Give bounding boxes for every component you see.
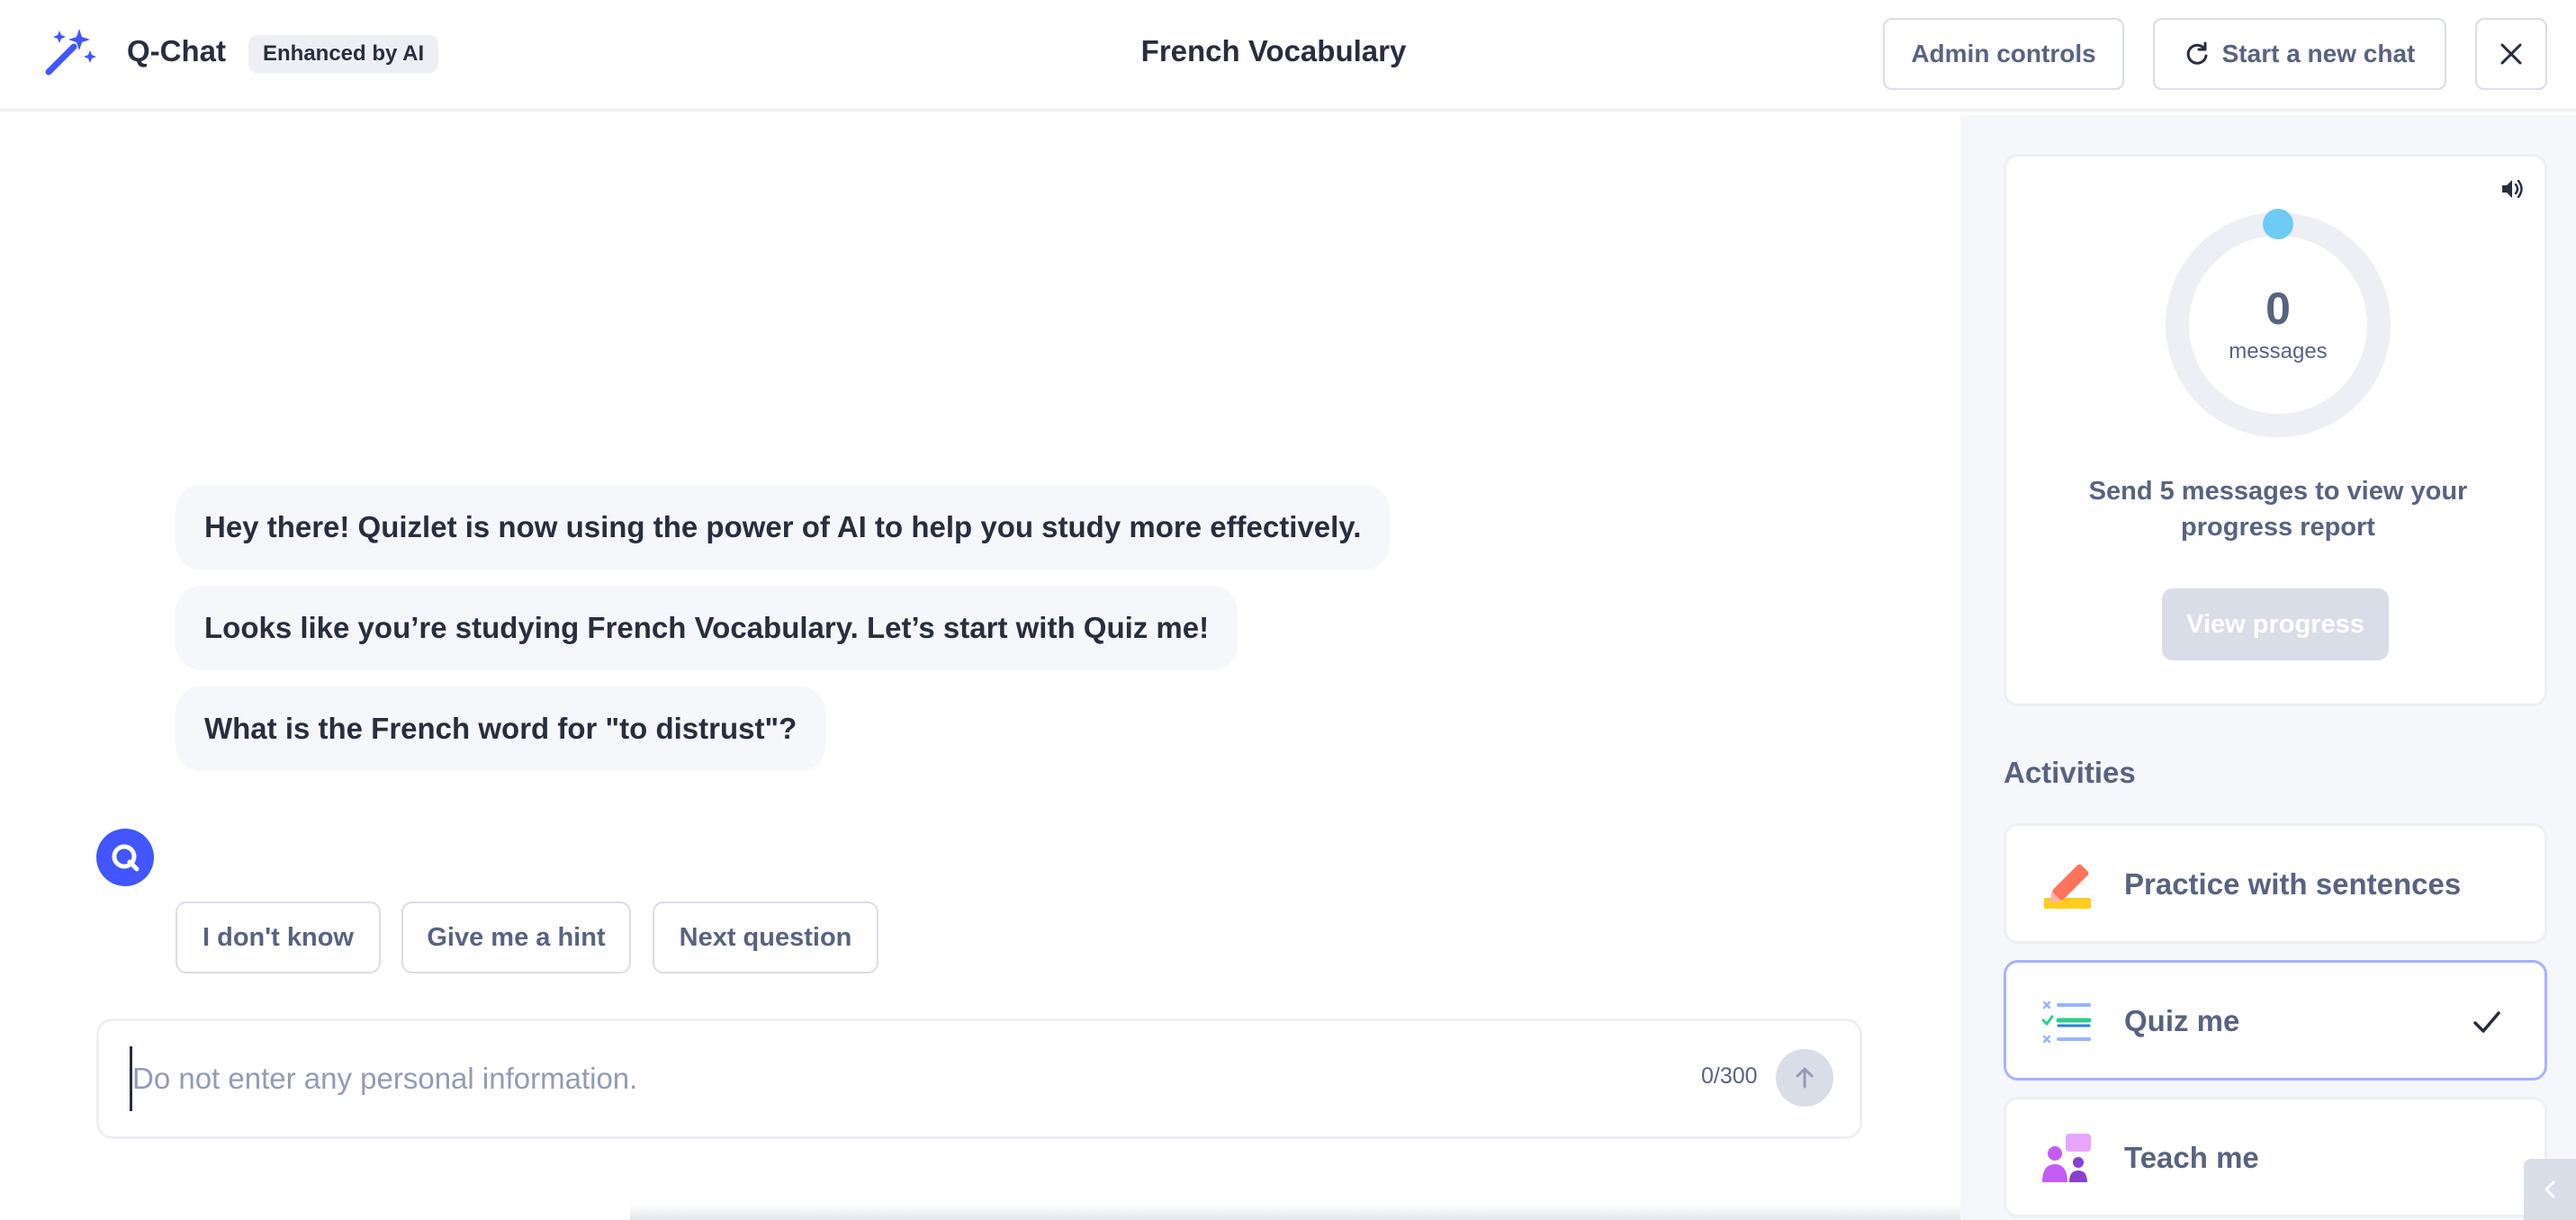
message-count: 0: [2265, 283, 2291, 334]
page-title: French Vocabulary: [1140, 34, 1407, 67]
speaker-icon[interactable]: [2499, 175, 2526, 202]
collapse-sidebar-button[interactable]: [2524, 1159, 2576, 1220]
top-bar: Q-Chat Enhanced by AI French Vocabulary …: [0, 0, 2576, 112]
start-new-chat-label: Start a new chat: [2221, 40, 2416, 67]
activity-practice-with-sentences[interactable]: Practice with sentences: [2004, 823, 2547, 944]
chat-message: What is the French word for "to distrust…: [176, 686, 826, 771]
admin-controls-button[interactable]: Admin controls: [1883, 18, 2124, 90]
message-composer: 0/300: [96, 1018, 1862, 1139]
admin-controls-label: Admin controls: [1911, 40, 2096, 67]
arrow-up-icon: [1796, 1067, 1814, 1089]
teacher-icon: [2042, 1134, 2091, 1182]
activity-label: Quiz me: [2124, 1004, 2240, 1037]
chevron-left-icon: [2544, 1180, 2555, 1198]
message-input[interactable]: [130, 1046, 1660, 1111]
activity-label: Teach me: [2124, 1141, 2259, 1174]
activity-label: Practice with sentences: [2124, 867, 2462, 901]
refresh-icon: [2186, 41, 2208, 65]
start-new-chat-button[interactable]: Start a new chat: [2153, 18, 2446, 90]
char-count: 0/300: [1701, 1063, 1758, 1089]
view-progress-button[interactable]: View progress: [2162, 588, 2389, 660]
magic-wand-icon: [45, 29, 96, 76]
message-count-label: messages: [2229, 339, 2328, 363]
app-title: Q-Chat: [127, 34, 226, 67]
chat-message: Hey there! Quizlet is now using the powe…: [176, 485, 1391, 570]
progress-card: 0 messages Send 5 messages to view your …: [2004, 154, 2547, 706]
close-button[interactable]: [2475, 18, 2547, 90]
send-button[interactable]: [1776, 1049, 1833, 1107]
next-question-button[interactable]: Next question: [653, 902, 878, 973]
qchat-avatar: [96, 829, 154, 886]
give-hint-button[interactable]: Give me a hint: [401, 902, 631, 973]
ai-badge: Enhanced by AI: [248, 35, 439, 73]
checklist-icon: [2041, 1000, 2092, 1044]
pencil-icon: [2044, 864, 2091, 909]
close-icon: [2500, 43, 2522, 65]
i-dont-know-button[interactable]: I don't know: [176, 902, 381, 973]
activity-teach-me[interactable]: Teach me: [2004, 1097, 2547, 1217]
activities-heading: Activities: [2004, 756, 2136, 789]
bottom-shadow: [630, 1204, 1962, 1220]
q-logo-icon: [112, 844, 140, 872]
progress-hint-text: Send 5 messages to view your progress re…: [2088, 477, 2468, 542]
chat-message: Looks like you’re studying French Vocabu…: [176, 586, 1238, 670]
activity-quiz-me[interactable]: Quiz me: [2004, 960, 2547, 1081]
checkmark-icon: [2473, 1011, 2500, 1033]
